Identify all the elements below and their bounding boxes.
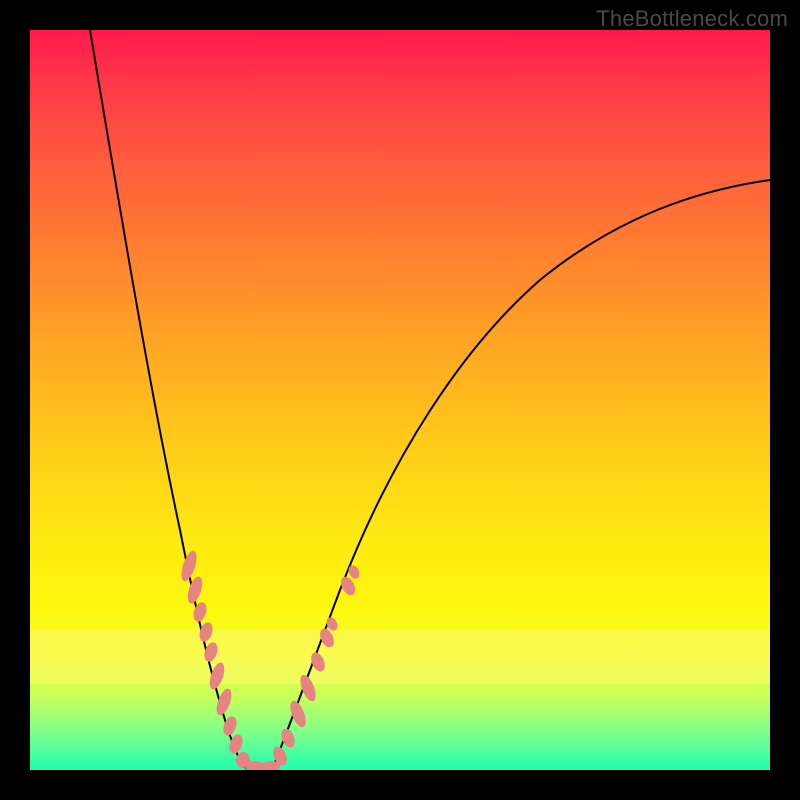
plot-area bbox=[30, 30, 770, 770]
curves-svg bbox=[30, 30, 770, 770]
watermark-label: TheBottleneck.com bbox=[596, 6, 788, 32]
chart-frame: TheBottleneck.com bbox=[0, 0, 800, 800]
data-marker bbox=[308, 650, 327, 673]
right-curve bbox=[272, 180, 770, 770]
data-marker bbox=[191, 601, 209, 624]
data-marker bbox=[297, 673, 319, 703]
markers-group bbox=[178, 549, 361, 770]
left-curve bbox=[90, 30, 248, 770]
